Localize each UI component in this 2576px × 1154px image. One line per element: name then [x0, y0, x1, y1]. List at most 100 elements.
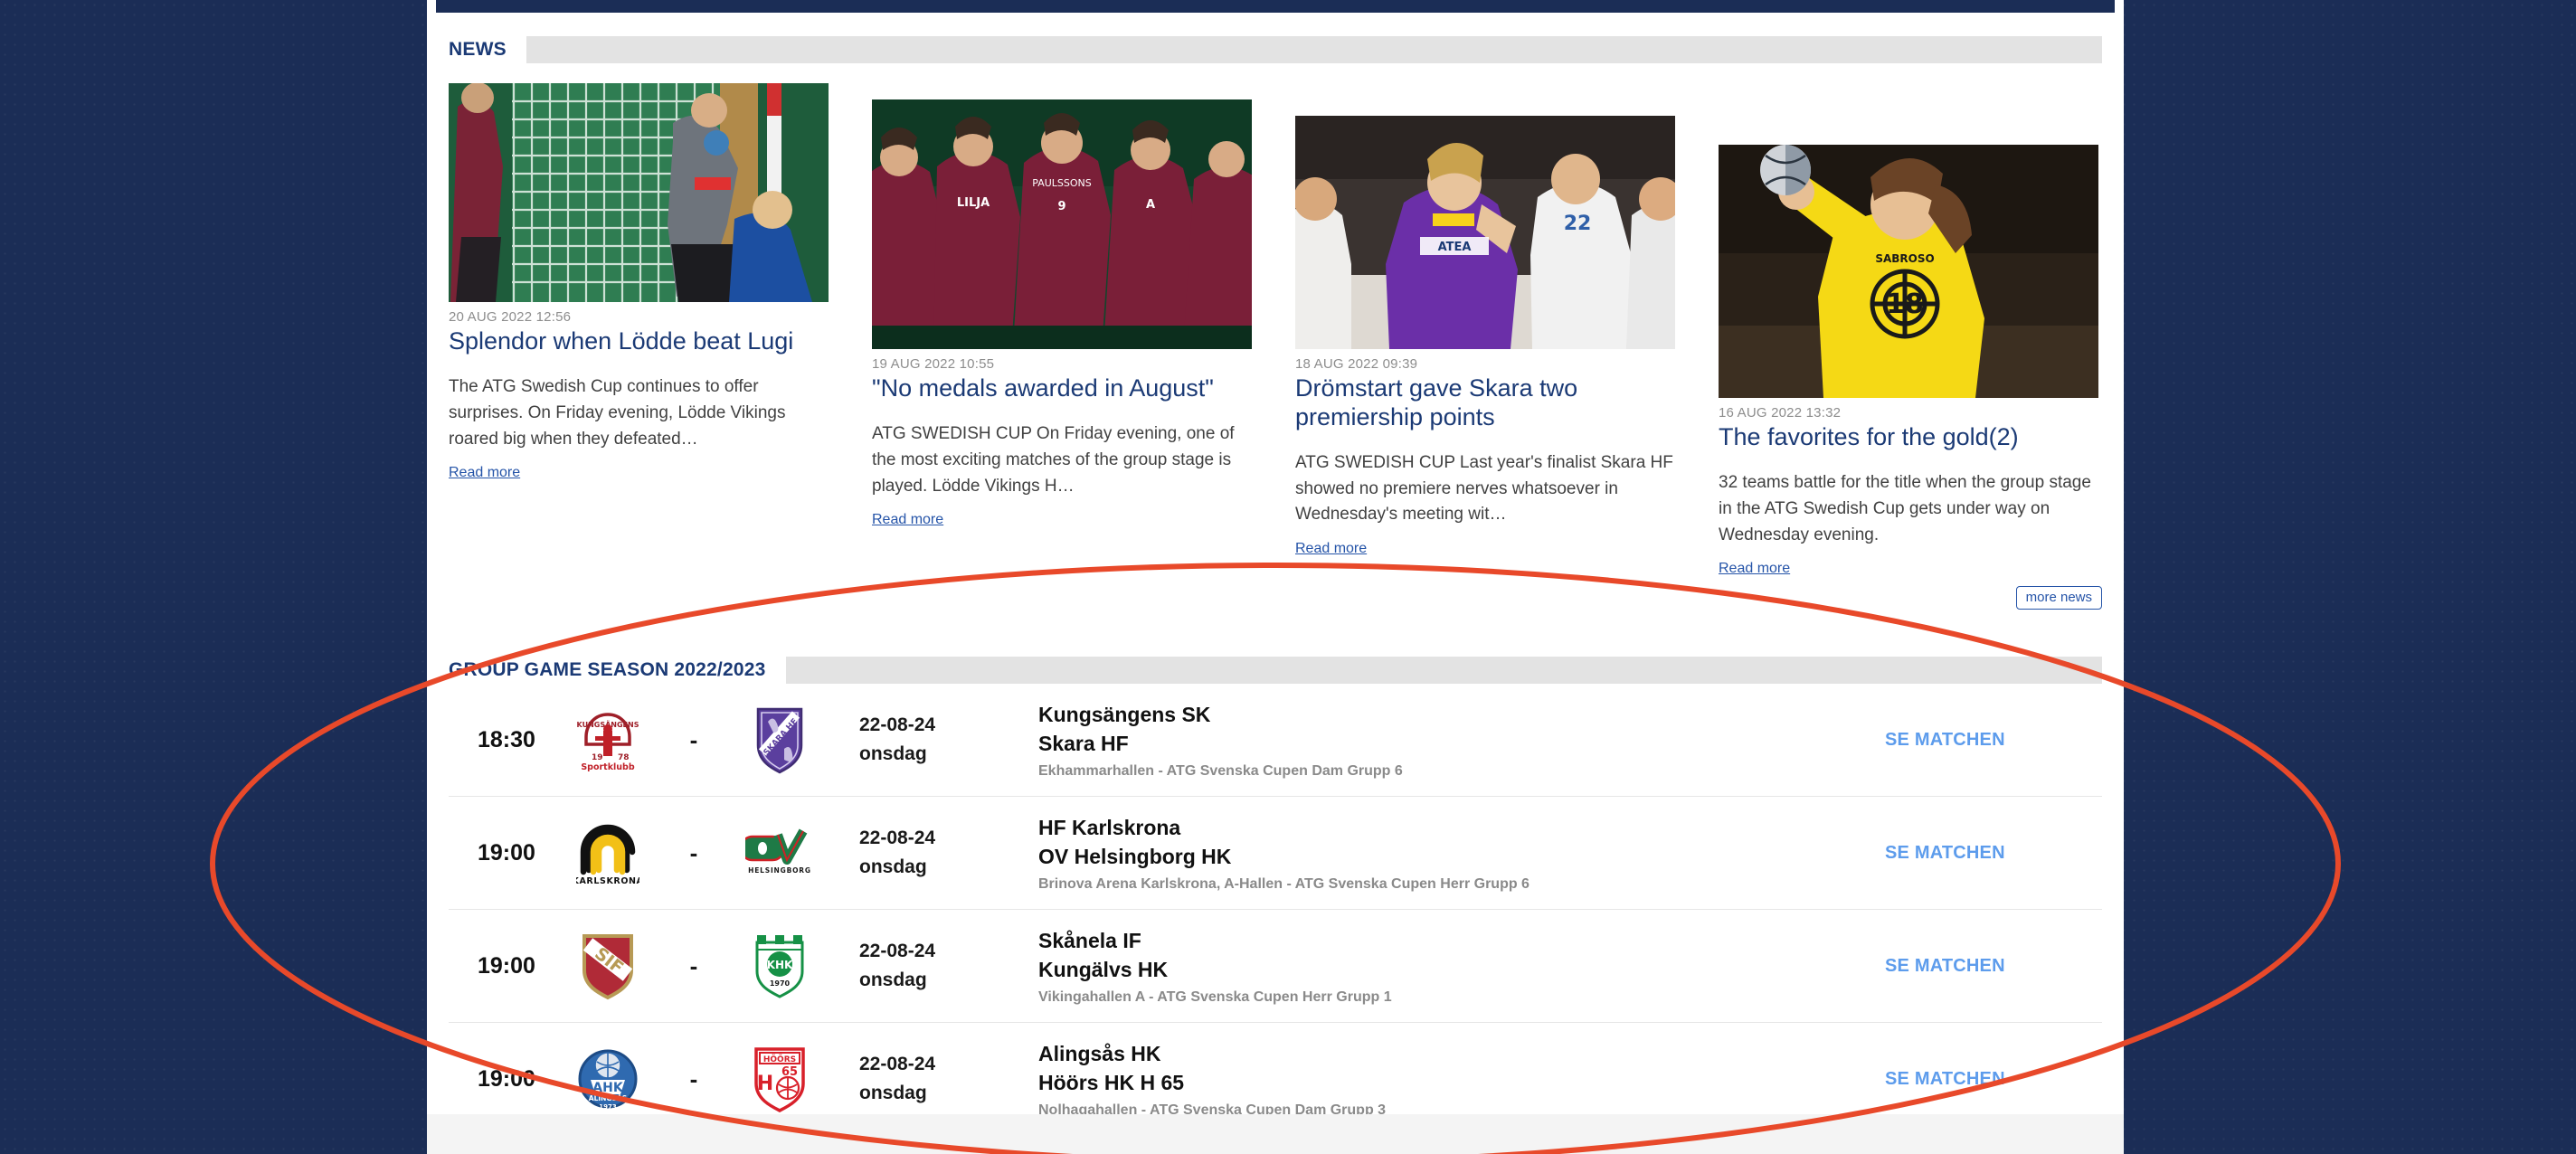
news-excerpt: 32 teams battle for the title when the g…	[1719, 472, 2091, 544]
news-grid: 20 AUG 2022 12:56 Splendor when Lödde be…	[449, 83, 2102, 577]
svg-text:19: 19	[592, 753, 603, 762]
away-team-logo: HÖÖRS 65 H	[733, 1045, 827, 1113]
main-content-column: NEWS 20 AUG 2022 12:56 Splendor when Löd…	[427, 0, 2124, 1154]
match-venue: Ekhammarhallen - ATG Svenska Cupen Dam G…	[1038, 762, 1403, 779]
bottom-section-band	[427, 1114, 2124, 1154]
svg-text:AHK: AHK	[592, 1081, 624, 1095]
news-date: 18 AUG 2022 09:39	[1295, 356, 1418, 372]
match-venue: Vikingahallen A - ATG Svenska Cupen Herr…	[1038, 988, 1392, 1005]
match-weekday: onsdag	[859, 970, 927, 991]
home-team-logo: KARLSKRONA	[561, 819, 655, 886]
home-team-name: Skånela IF	[1038, 929, 1141, 953]
match-weekday: onsdag	[859, 1083, 927, 1104]
match-weekday: onsdag	[859, 856, 927, 878]
news-card[interactable]: 20 AUG 2022 12:56 Splendor when Lödde be…	[449, 83, 829, 577]
match-teams: Kungsängens SK Skara HF Ekhammarhallen -…	[1008, 701, 1885, 779]
table-row[interactable]: 18:30 KUNGSÄNGENS 19 78 Sportklubb -	[449, 684, 2102, 798]
svg-text:HELSINGBORG: HELSINGBORG	[748, 866, 811, 875]
news-date: 20 AUG 2022 12:56	[449, 309, 572, 325]
news-excerpt: ATG SWEDISH CUP On Friday evening, one o…	[872, 423, 1235, 496]
away-team-logo: KHK 1970	[733, 932, 827, 1000]
score-separator: -	[689, 1064, 698, 1093]
home-team-logo: KUNGSÄNGENS 19 78 Sportklubb	[561, 707, 655, 772]
away-team-name: Kungälvs HK	[1038, 957, 1169, 981]
match-teams: HF Karlskrona OV Helsingborg HK Brinova …	[1008, 814, 1885, 892]
read-more-link[interactable]: Read more	[872, 512, 943, 528]
away-team-name: Skara HF	[1038, 731, 1129, 755]
home-team-name: HF Karlskrona	[1038, 816, 1181, 840]
hoors-hk-h65-crest-icon: HÖÖRS 65 H	[754, 1047, 805, 1113]
top-navigation-bar	[436, 0, 2115, 13]
more-news-row: more news	[449, 586, 2102, 610]
news-thumbnail-image	[449, 83, 829, 302]
away-team-logo: SKARA HF	[733, 705, 827, 774]
news-thumbnail-image: 18 SABROSO	[1719, 145, 2098, 398]
games-section-rule	[785, 657, 2102, 685]
news-excerpt: The ATG Swedish Cup continues to offer s…	[449, 376, 786, 449]
table-row[interactable]: 19:00 KARLSKRONA -	[449, 797, 2102, 911]
read-more-link[interactable]: Read more	[1719, 561, 1790, 577]
svg-text:HÖÖRS: HÖÖRS	[763, 1055, 796, 1064]
away-team-name: Höörs HK H 65	[1038, 1070, 1185, 1094]
watch-match-link[interactable]: SE MATCHEN	[1885, 730, 2102, 751]
games-section-title: GROUP GAME SEASON 2022/2023	[449, 657, 786, 685]
away-team-name: OV Helsingborg HK	[1038, 844, 1232, 868]
news-thumbnail-image: ATEA 22	[1295, 116, 1675, 349]
svg-text:A: A	[1146, 198, 1155, 212]
svg-text:ALINGSÅS: ALINGSÅS	[589, 1094, 627, 1102]
match-date-value: 22-08-24	[859, 940, 936, 961]
match-time: 18:30	[478, 726, 535, 752]
away-team-logo: HELSINGBORG	[733, 828, 827, 878]
svg-text:1970: 1970	[770, 979, 791, 988]
svg-text:22: 22	[1564, 213, 1592, 235]
svg-text:Sportklubb: Sportklubb	[581, 762, 635, 772]
news-excerpt: ATG SWEDISH CUP Last year's finalist Ska…	[1295, 452, 1673, 525]
match-date: 22-08-24 onsdag	[827, 1050, 1008, 1109]
svg-text:18: 18	[1886, 288, 1924, 320]
news-date: 19 AUG 2022 10:55	[872, 356, 995, 372]
news-title[interactable]: Splendor when Lödde beat Lugi	[449, 327, 829, 356]
watch-match-link[interactable]: SE MATCHEN	[1885, 843, 2102, 864]
match-time: 19:00	[478, 839, 535, 866]
home-team-logo: SIF	[561, 932, 655, 1000]
watch-match-link[interactable]: SE MATCHEN	[1885, 956, 2102, 977]
kungsangens-sk-crest-icon: KUNGSÄNGENS 19 78 Sportklubb	[577, 713, 639, 772]
read-more-link[interactable]: Read more	[1295, 541, 1367, 557]
news-title[interactable]: "No medals awarded in August"	[872, 374, 1252, 403]
svg-text:SABROSO: SABROSO	[1875, 252, 1934, 265]
svg-text:LILJA: LILJA	[957, 196, 990, 210]
match-date-value: 22-08-24	[859, 714, 936, 735]
news-thumbnail-image: LILJA 9 A PAULSSONS	[872, 99, 1252, 349]
home-team-name: Alingsås HK	[1038, 1042, 1161, 1066]
svg-text:ATEA: ATEA	[1438, 241, 1472, 254]
svg-text:KARLSKRONA: KARLSKRONA	[576, 876, 639, 886]
match-date: 22-08-24 onsdag	[827, 824, 1008, 883]
home-team-name: Kungsängens SK	[1038, 703, 1211, 727]
match-date-value: 22-08-24	[859, 1053, 936, 1074]
match-teams: Skånela IF Kungälvs HK Vikingahallen A -…	[1008, 927, 1885, 1005]
svg-text:H: H	[757, 1073, 773, 1095]
svg-text:KHK: KHK	[767, 959, 793, 971]
svg-text:78: 78	[618, 753, 630, 762]
more-news-button[interactable]: more news	[2015, 586, 2102, 610]
news-title[interactable]: Drömstart gave Skara two premiership poi…	[1295, 374, 1675, 432]
svg-text:9: 9	[1057, 200, 1065, 213]
watch-match-link[interactable]: SE MATCHEN	[1885, 1069, 2102, 1090]
match-date-value: 22-08-24	[859, 827, 936, 848]
hf-karlskrona-crest-icon: KARLSKRONA	[576, 825, 639, 886]
news-section-rule	[526, 36, 2102, 63]
match-time: 19:00	[478, 1065, 535, 1092]
skara-hf-crest-icon: SKARA HF	[756, 708, 803, 774]
ov-helsingborg-crest-icon: HELSINGBORG	[745, 829, 811, 875]
news-section-header: NEWS	[449, 36, 2102, 63]
score-separator: -	[689, 725, 698, 753]
news-card[interactable]: LILJA 9 A PAULSSONS 19 AUG 2022 10:55 "N…	[872, 99, 1252, 577]
svg-text:1973: 1973	[599, 1103, 617, 1111]
read-more-link[interactable]: Read more	[449, 465, 520, 481]
news-card[interactable]: ATEA 22 18 AUG 2022 09:39 Drömstart gave…	[1295, 116, 1675, 577]
top-spacer	[427, 13, 2124, 36]
news-date: 16 AUG 2022 13:32	[1719, 405, 1842, 421]
news-card[interactable]: 18 SABROSO 16 AUG 2022 13:32 The favorit…	[1719, 145, 2098, 577]
table-row[interactable]: 19:00 SIF - KHK 1970 22-08-24 onsdag Skå…	[449, 910, 2102, 1024]
news-title[interactable]: The favorites for the gold(2)	[1719, 423, 2098, 452]
